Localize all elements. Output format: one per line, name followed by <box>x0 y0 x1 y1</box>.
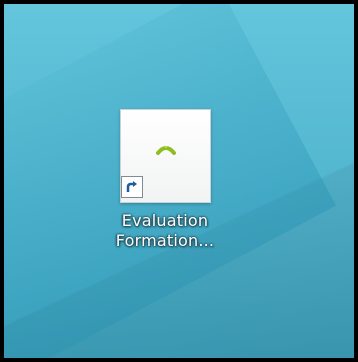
shortcut-tile <box>119 109 211 203</box>
shortcut-label-line1: Evaluation <box>121 211 209 230</box>
green-arc-icon <box>155 140 177 160</box>
desktop-shortcut-evaluation-formation[interactable]: Evaluation Formation... <box>100 109 230 251</box>
shortcut-label-line2: Formation... <box>115 231 215 250</box>
shortcut-arrow-icon <box>120 176 143 198</box>
desktop-background: Evaluation Formation... <box>4 4 354 358</box>
shortcut-label: Evaluation Formation... <box>100 211 230 251</box>
